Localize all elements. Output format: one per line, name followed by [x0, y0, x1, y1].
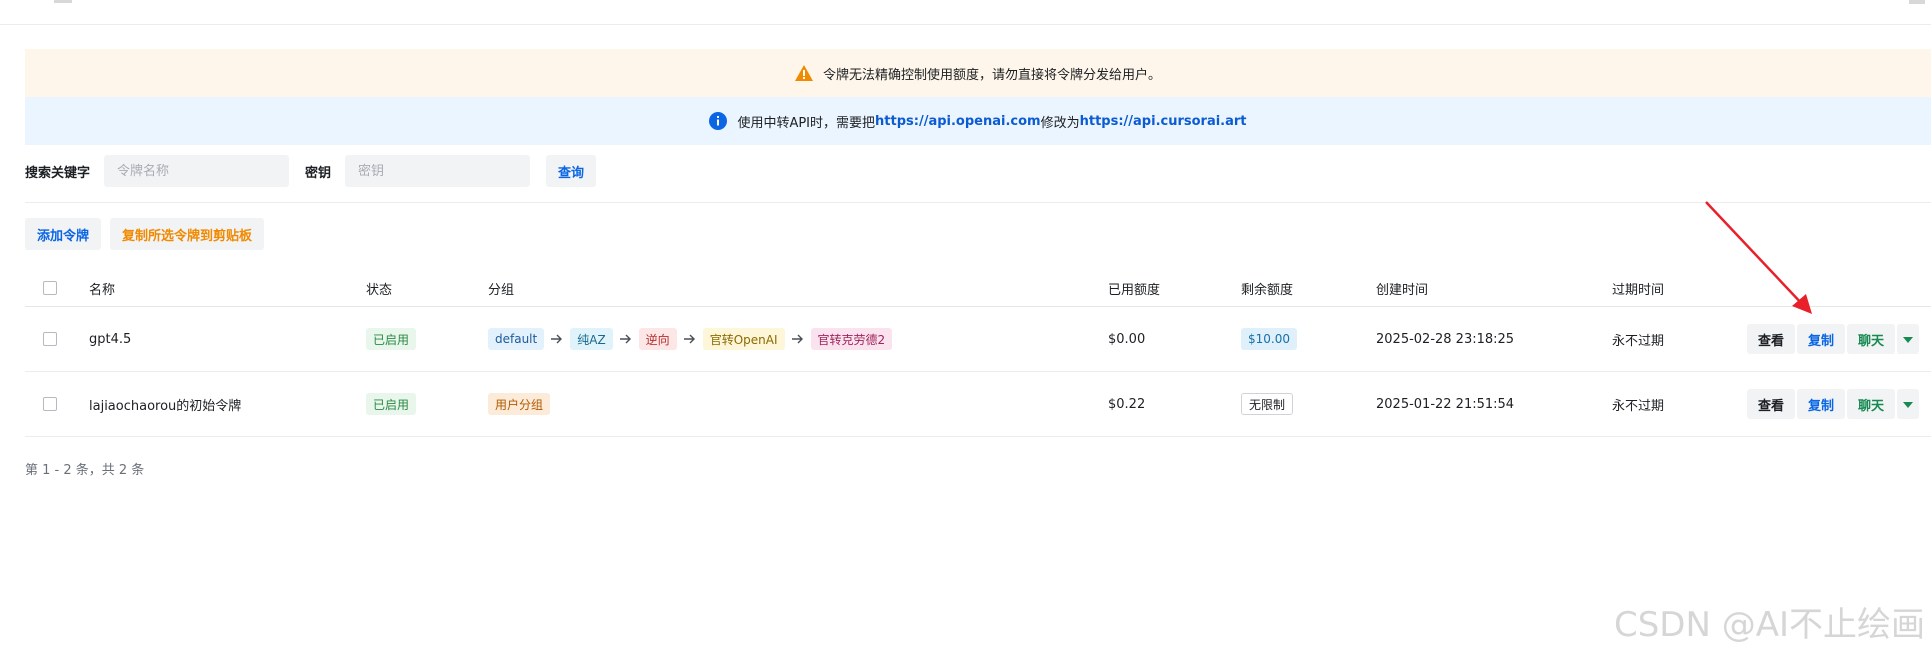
table-row: lajiaochaorou的初始令牌 已启用 用户分组 $0.22 无限制 20… [25, 372, 1931, 437]
caret-down-icon [1903, 332, 1914, 347]
status-badge: 已启用 [366, 393, 417, 415]
secret-label: 密钥 [305, 165, 332, 181]
group-tag: 逆向 [638, 328, 677, 350]
group-tag: 纯AZ [570, 328, 613, 350]
header-name: 名称 [89, 282, 116, 298]
warning-banner: 令牌无法精确控制使用额度，请勿直接将令牌分发给用户。 [25, 49, 1931, 97]
table-header: 名称 状态 分组 已用额度 剩余额度 创建时间 过期时间 [25, 270, 1931, 307]
expire-time: 永不过期 [1612, 398, 1665, 414]
info-banner: 使用中转API时，需要把 https://api.openai.com 修改为 … [25, 97, 1931, 145]
more-dropdown-button[interactable] [1897, 324, 1920, 354]
header-group: 分组 [488, 282, 515, 298]
header-used: 已用额度 [1108, 282, 1161, 298]
group-tag: 用户分组 [488, 393, 551, 415]
copy-button[interactable]: 复制 [1797, 389, 1846, 419]
row-checkbox[interactable] [43, 332, 57, 346]
group-chain: default 纯AZ 逆向 官转OpenAI 官转克劳德2 [488, 307, 893, 371]
status-badge: 已启用 [366, 328, 417, 350]
keyword-label: 搜索关键字 [25, 165, 91, 181]
select-all-checkbox[interactable] [43, 281, 57, 295]
token-name: lajiaochaorou的初始令牌 [89, 398, 242, 414]
arrow-right-icon [791, 334, 804, 344]
add-token-button[interactable]: 添加令牌 [25, 218, 102, 250]
used-quota: $0.00 [1108, 331, 1146, 347]
caret-down-icon [1903, 397, 1914, 412]
copy-selected-button[interactable]: 复制所选令牌到剪贴板 [110, 218, 265, 250]
pagination-info: 第 1 - 2 条，共 2 条 [25, 463, 145, 478]
row-checkbox[interactable] [43, 397, 57, 411]
header-created: 创建时间 [1376, 282, 1429, 298]
info-mid: 修改为 [1040, 115, 1080, 131]
remaining-quota-badge: 无限制 [1241, 393, 1294, 415]
cursorai-link[interactable]: https://api.cursorai.art [1080, 114, 1247, 129]
arrow-right-icon [551, 334, 563, 344]
warning-text: 令牌无法精确控制使用额度，请勿直接将令牌分发给用户。 [822, 67, 1161, 83]
view-button[interactable]: 查看 [1747, 324, 1796, 354]
more-dropdown-button[interactable] [1897, 389, 1920, 419]
divider [25, 202, 1931, 203]
info-prefix: 使用中转API时，需要把 [737, 115, 876, 131]
top-bar [0, 0, 1931, 25]
token-name: gpt4.5 [89, 331, 132, 347]
row-actions: 查看 复制 聊天 [1747, 324, 1920, 354]
info-icon [709, 112, 728, 130]
header-status: 状态 [366, 282, 393, 298]
secret-input[interactable] [345, 155, 531, 187]
token-management-page: 令牌无法精确控制使用额度，请勿直接将令牌分发给用户。 使用中转API时，需要把 … [0, 0, 1931, 651]
keyword-input[interactable] [104, 155, 290, 187]
row-actions: 查看 复制 聊天 [1747, 389, 1920, 419]
group-tag: 官转克劳德2 [810, 328, 893, 350]
remaining-quota-badge: $10.00 [1241, 328, 1297, 350]
view-button[interactable]: 查看 [1747, 389, 1796, 419]
action-row: 添加令牌 复制所选令牌到剪贴板 [25, 218, 265, 250]
group-chain: 用户分组 [488, 372, 551, 436]
group-tag: 官转OpenAI [702, 328, 785, 350]
token-table: 名称 状态 分组 已用额度 剩余额度 创建时间 过期时间 gpt4.5 已启用 … [25, 270, 1931, 437]
chat-button[interactable]: 聊天 [1847, 389, 1896, 419]
watermark: CSDN @AI不止绘画 [1613, 605, 1925, 645]
expire-time: 永不过期 [1612, 333, 1665, 349]
topbar-left-mark [54, 0, 72, 3]
copy-button[interactable]: 复制 [1797, 324, 1846, 354]
arrow-right-icon [683, 334, 696, 344]
header-expire: 过期时间 [1612, 282, 1665, 298]
group-tag: default [488, 328, 545, 350]
openai-link[interactable]: https://api.openai.com [875, 114, 1041, 129]
chat-button[interactable]: 聊天 [1847, 324, 1896, 354]
created-time: 2025-01-22 21:51:54 [1376, 396, 1515, 412]
used-quota: $0.22 [1108, 396, 1146, 412]
table-row: gpt4.5 已启用 default 纯AZ 逆向 官转OpenAI 官转克劳德… [25, 307, 1931, 372]
topbar-right-mark [1909, 0, 1925, 4]
query-button[interactable]: 查询 [546, 155, 597, 187]
arrow-right-icon [619, 334, 632, 344]
created-time: 2025-02-28 23:18:25 [1376, 331, 1515, 347]
search-row: 搜索关键字 密钥 查询 [25, 155, 597, 187]
warning-icon [794, 65, 813, 81]
header-remaining: 剩余额度 [1241, 282, 1294, 298]
